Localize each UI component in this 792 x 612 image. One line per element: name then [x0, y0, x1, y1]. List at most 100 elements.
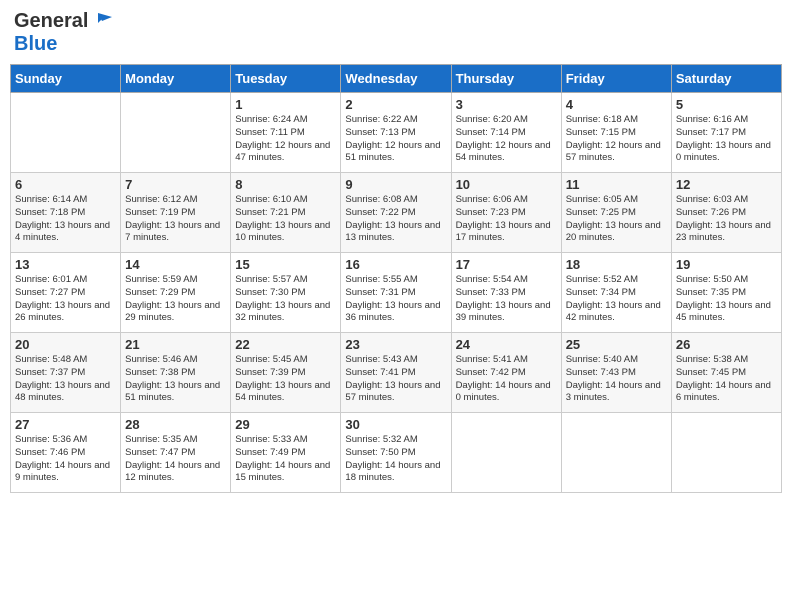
day-number: 3 [456, 97, 557, 112]
day-number: 20 [15, 337, 116, 352]
col-header-sunday: Sunday [11, 65, 121, 93]
day-number: 10 [456, 177, 557, 192]
day-info: Sunrise: 5:33 AM Sunset: 7:49 PM Dayligh… [235, 434, 336, 485]
calendar-cell: 1 Sunrise: 6:24 AM Sunset: 7:11 PM Daylig… [231, 93, 341, 173]
calendar-cell: 17 Sunrise: 5:54 AM Sunset: 7:33 PM Dayli… [451, 253, 561, 333]
day-number: 14 [125, 257, 226, 272]
day-number: 18 [566, 257, 667, 272]
calendar-cell: 18 Sunrise: 5:52 AM Sunset: 7:34 PM Dayli… [561, 253, 671, 333]
day-info: Sunrise: 5:35 AM Sunset: 7:47 PM Dayligh… [125, 434, 226, 485]
day-number: 5 [676, 97, 777, 112]
day-info: Sunrise: 5:52 AM Sunset: 7:34 PM Dayligh… [566, 274, 667, 325]
calendar-cell: 9 Sunrise: 6:08 AM Sunset: 7:22 PM Daylig… [341, 173, 451, 253]
day-number: 11 [566, 177, 667, 192]
day-info: Sunrise: 5:59 AM Sunset: 7:29 PM Dayligh… [125, 274, 226, 325]
calendar-cell: 12 Sunrise: 6:03 AM Sunset: 7:26 PM Dayli… [671, 173, 781, 253]
day-number: 2 [345, 97, 446, 112]
day-number: 17 [456, 257, 557, 272]
day-info: Sunrise: 6:06 AM Sunset: 7:23 PM Dayligh… [456, 194, 557, 245]
day-number: 7 [125, 177, 226, 192]
day-info: Sunrise: 5:54 AM Sunset: 7:33 PM Dayligh… [456, 274, 557, 325]
calendar-cell: 10 Sunrise: 6:06 AM Sunset: 7:23 PM Dayli… [451, 173, 561, 253]
calendar-cell: 2 Sunrise: 6:22 AM Sunset: 7:13 PM Daylig… [341, 93, 451, 173]
calendar-cell [671, 413, 781, 493]
col-header-saturday: Saturday [671, 65, 781, 93]
calendar-cell: 25 Sunrise: 5:40 AM Sunset: 7:43 PM Dayli… [561, 333, 671, 413]
day-number: 15 [235, 257, 336, 272]
day-number: 9 [345, 177, 446, 192]
day-number: 21 [125, 337, 226, 352]
calendar-cell [11, 93, 121, 173]
day-number: 22 [235, 337, 336, 352]
day-info: Sunrise: 6:08 AM Sunset: 7:22 PM Dayligh… [345, 194, 446, 245]
calendar-cell: 24 Sunrise: 5:41 AM Sunset: 7:42 PM Dayli… [451, 333, 561, 413]
calendar-cell: 3 Sunrise: 6:20 AM Sunset: 7:14 PM Daylig… [451, 93, 561, 173]
day-info: Sunrise: 6:10 AM Sunset: 7:21 PM Dayligh… [235, 194, 336, 245]
day-info: Sunrise: 5:32 AM Sunset: 7:50 PM Dayligh… [345, 434, 446, 485]
calendar-table: SundayMondayTuesdayWednesdayThursdayFrid… [10, 64, 782, 493]
day-number: 27 [15, 417, 116, 432]
calendar-cell [121, 93, 231, 173]
day-number: 4 [566, 97, 667, 112]
day-info: Sunrise: 5:45 AM Sunset: 7:39 PM Dayligh… [235, 354, 336, 405]
day-info: Sunrise: 5:50 AM Sunset: 7:35 PM Dayligh… [676, 274, 777, 325]
day-info: Sunrise: 6:16 AM Sunset: 7:17 PM Dayligh… [676, 114, 777, 165]
day-info: Sunrise: 6:22 AM Sunset: 7:13 PM Dayligh… [345, 114, 446, 165]
day-info: Sunrise: 5:48 AM Sunset: 7:37 PM Dayligh… [15, 354, 116, 405]
calendar-cell: 26 Sunrise: 5:38 AM Sunset: 7:45 PM Dayli… [671, 333, 781, 413]
col-header-monday: Monday [121, 65, 231, 93]
col-header-tuesday: Tuesday [231, 65, 341, 93]
col-header-thursday: Thursday [451, 65, 561, 93]
day-number: 6 [15, 177, 116, 192]
day-info: Sunrise: 6:12 AM Sunset: 7:19 PM Dayligh… [125, 194, 226, 245]
day-info: Sunrise: 5:46 AM Sunset: 7:38 PM Dayligh… [125, 354, 226, 405]
logo-bird-icon [90, 11, 112, 29]
day-number: 29 [235, 417, 336, 432]
calendar-cell: 6 Sunrise: 6:14 AM Sunset: 7:18 PM Daylig… [11, 173, 121, 253]
calendar-cell: 28Sunrise: 5:35 AM Sunset: 7:47 PM Dayli… [121, 413, 231, 493]
calendar-cell [451, 413, 561, 493]
day-info: Sunrise: 5:57 AM Sunset: 7:30 PM Dayligh… [235, 274, 336, 325]
calendar-cell: 30 Sunrise: 5:32 AM Sunset: 7:50 PM Dayli… [341, 413, 451, 493]
calendar-cell: 23Sunrise: 5:43 AM Sunset: 7:41 PM Dayli… [341, 333, 451, 413]
logo: General Blue [14, 10, 112, 56]
day-number: 12 [676, 177, 777, 192]
day-number: 25 [566, 337, 667, 352]
calendar-cell: 15 Sunrise: 5:57 AM Sunset: 7:30 PM Dayli… [231, 253, 341, 333]
day-info: Sunrise: 5:38 AM Sunset: 7:45 PM Dayligh… [676, 354, 777, 405]
calendar-cell: 11 Sunrise: 6:05 AM Sunset: 7:25 PM Dayli… [561, 173, 671, 253]
day-number: 8 [235, 177, 336, 192]
day-number: 19 [676, 257, 777, 272]
col-header-friday: Friday [561, 65, 671, 93]
calendar-cell: 13 Sunrise: 6:01 AM Sunset: 7:27 PM Dayli… [11, 253, 121, 333]
logo-blue: Blue [14, 33, 57, 55]
day-number: 26 [676, 337, 777, 352]
calendar-cell: 19 Sunrise: 5:50 AM Sunset: 7:35 PM Dayli… [671, 253, 781, 333]
day-info: Sunrise: 6:01 AM Sunset: 7:27 PM Dayligh… [15, 274, 116, 325]
day-number: 24 [456, 337, 557, 352]
calendar-cell [561, 413, 671, 493]
day-number: 1 [235, 97, 336, 112]
day-info: Sunrise: 6:14 AM Sunset: 7:18 PM Dayligh… [15, 194, 116, 245]
day-info: Sunrise: 6:03 AM Sunset: 7:26 PM Dayligh… [676, 194, 777, 245]
day-info: Sunrise: 6:20 AM Sunset: 7:14 PM Dayligh… [456, 114, 557, 165]
calendar-cell: 14 Sunrise: 5:59 AM Sunset: 7:29 PM Dayli… [121, 253, 231, 333]
calendar-cell: 20 Sunrise: 5:48 AM Sunset: 7:37 PM Dayli… [11, 333, 121, 413]
day-info: Sunrise: 5:41 AM Sunset: 7:42 PM Dayligh… [456, 354, 557, 405]
calendar-cell: 7 Sunrise: 6:12 AM Sunset: 7:19 PM Daylig… [121, 173, 231, 253]
day-info: Sunrise: 6:24 AM Sunset: 7:11 PM Dayligh… [235, 114, 336, 165]
day-info: Sunrise: 6:05 AM Sunset: 7:25 PM Dayligh… [566, 194, 667, 245]
day-info: Sunrise: 5:40 AM Sunset: 7:43 PM Dayligh… [566, 354, 667, 405]
calendar-cell: 27 Sunrise: 5:36 AM Sunset: 7:46 PM Dayli… [11, 413, 121, 493]
day-number: 23 [345, 337, 446, 352]
day-number: 30 [345, 417, 446, 432]
day-info: Sunrise: 5:36 AM Sunset: 7:46 PM Dayligh… [15, 434, 116, 485]
day-info: Sunrise: 6:18 AM Sunset: 7:15 PM Dayligh… [566, 114, 667, 165]
header: General Blue [10, 10, 782, 56]
col-header-wednesday: Wednesday [341, 65, 451, 93]
calendar-cell: 5 Sunrise: 6:16 AM Sunset: 7:17 PM Daylig… [671, 93, 781, 173]
calendar-cell: 29 Sunrise: 5:33 AM Sunset: 7:49 PM Dayli… [231, 413, 341, 493]
calendar-cell: 16Sunrise: 5:55 AM Sunset: 7:31 PM Dayli… [341, 253, 451, 333]
day-number: 16 [345, 257, 446, 272]
day-number: 13 [15, 257, 116, 272]
